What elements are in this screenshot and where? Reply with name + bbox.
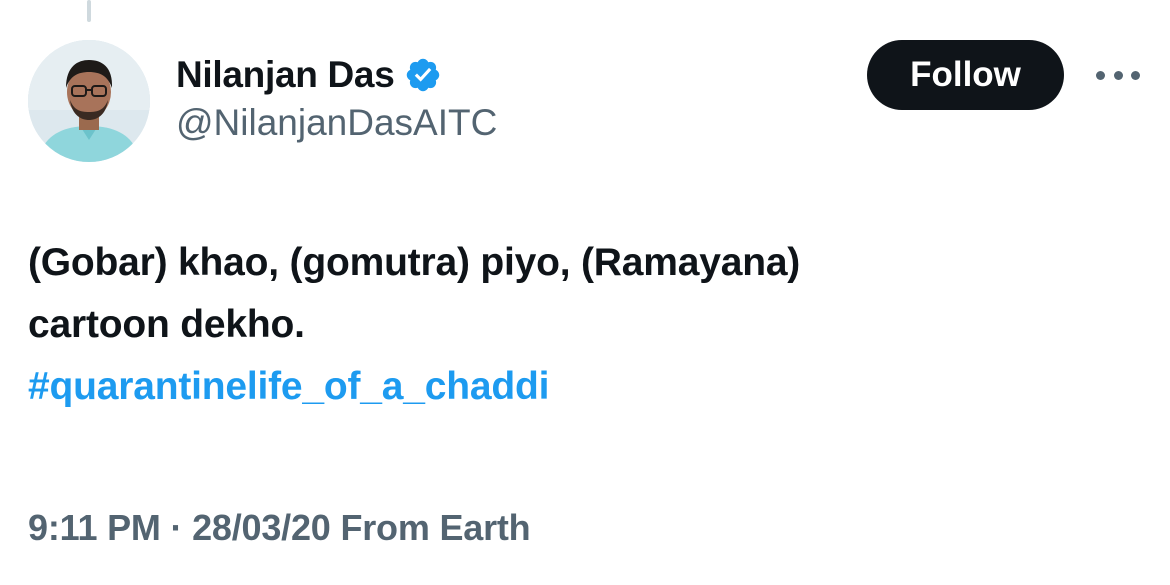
tweet-source: From Earth: [340, 507, 531, 548]
author-handle[interactable]: @NilanjanDasAITC: [176, 100, 497, 146]
tweet-body: (Gobar) khao, (gomutra) piyo, (Ramayana)…: [28, 232, 1138, 418]
tweet-metadata: 9:11 PM · 28/03/20 From Earth: [28, 503, 531, 553]
tweet-text-line: (Gobar) khao, (gomutra) piyo, (Ramayana): [28, 241, 801, 284]
verified-badge-icon[interactable]: [404, 56, 442, 94]
tweet-date[interactable]: 28/03/20: [192, 507, 331, 548]
tweet-text-line: cartoon dekho.: [28, 303, 305, 346]
avatar[interactable]: [28, 40, 150, 162]
hashtag-link[interactable]: #quarantinelife_of_a_chaddi: [28, 356, 1138, 418]
follow-button[interactable]: Follow: [867, 40, 1064, 110]
author-display-name[interactable]: Nilanjan Das: [176, 52, 395, 98]
avatar-photo: [28, 40, 150, 162]
thread-connector-line: [87, 0, 91, 22]
tweet-time[interactable]: 9:11 PM: [28, 507, 161, 548]
more-horizontal-icon[interactable]: [1096, 64, 1140, 86]
meta-separator: ·: [170, 507, 183, 548]
author-name-row: Nilanjan Das: [176, 52, 442, 98]
